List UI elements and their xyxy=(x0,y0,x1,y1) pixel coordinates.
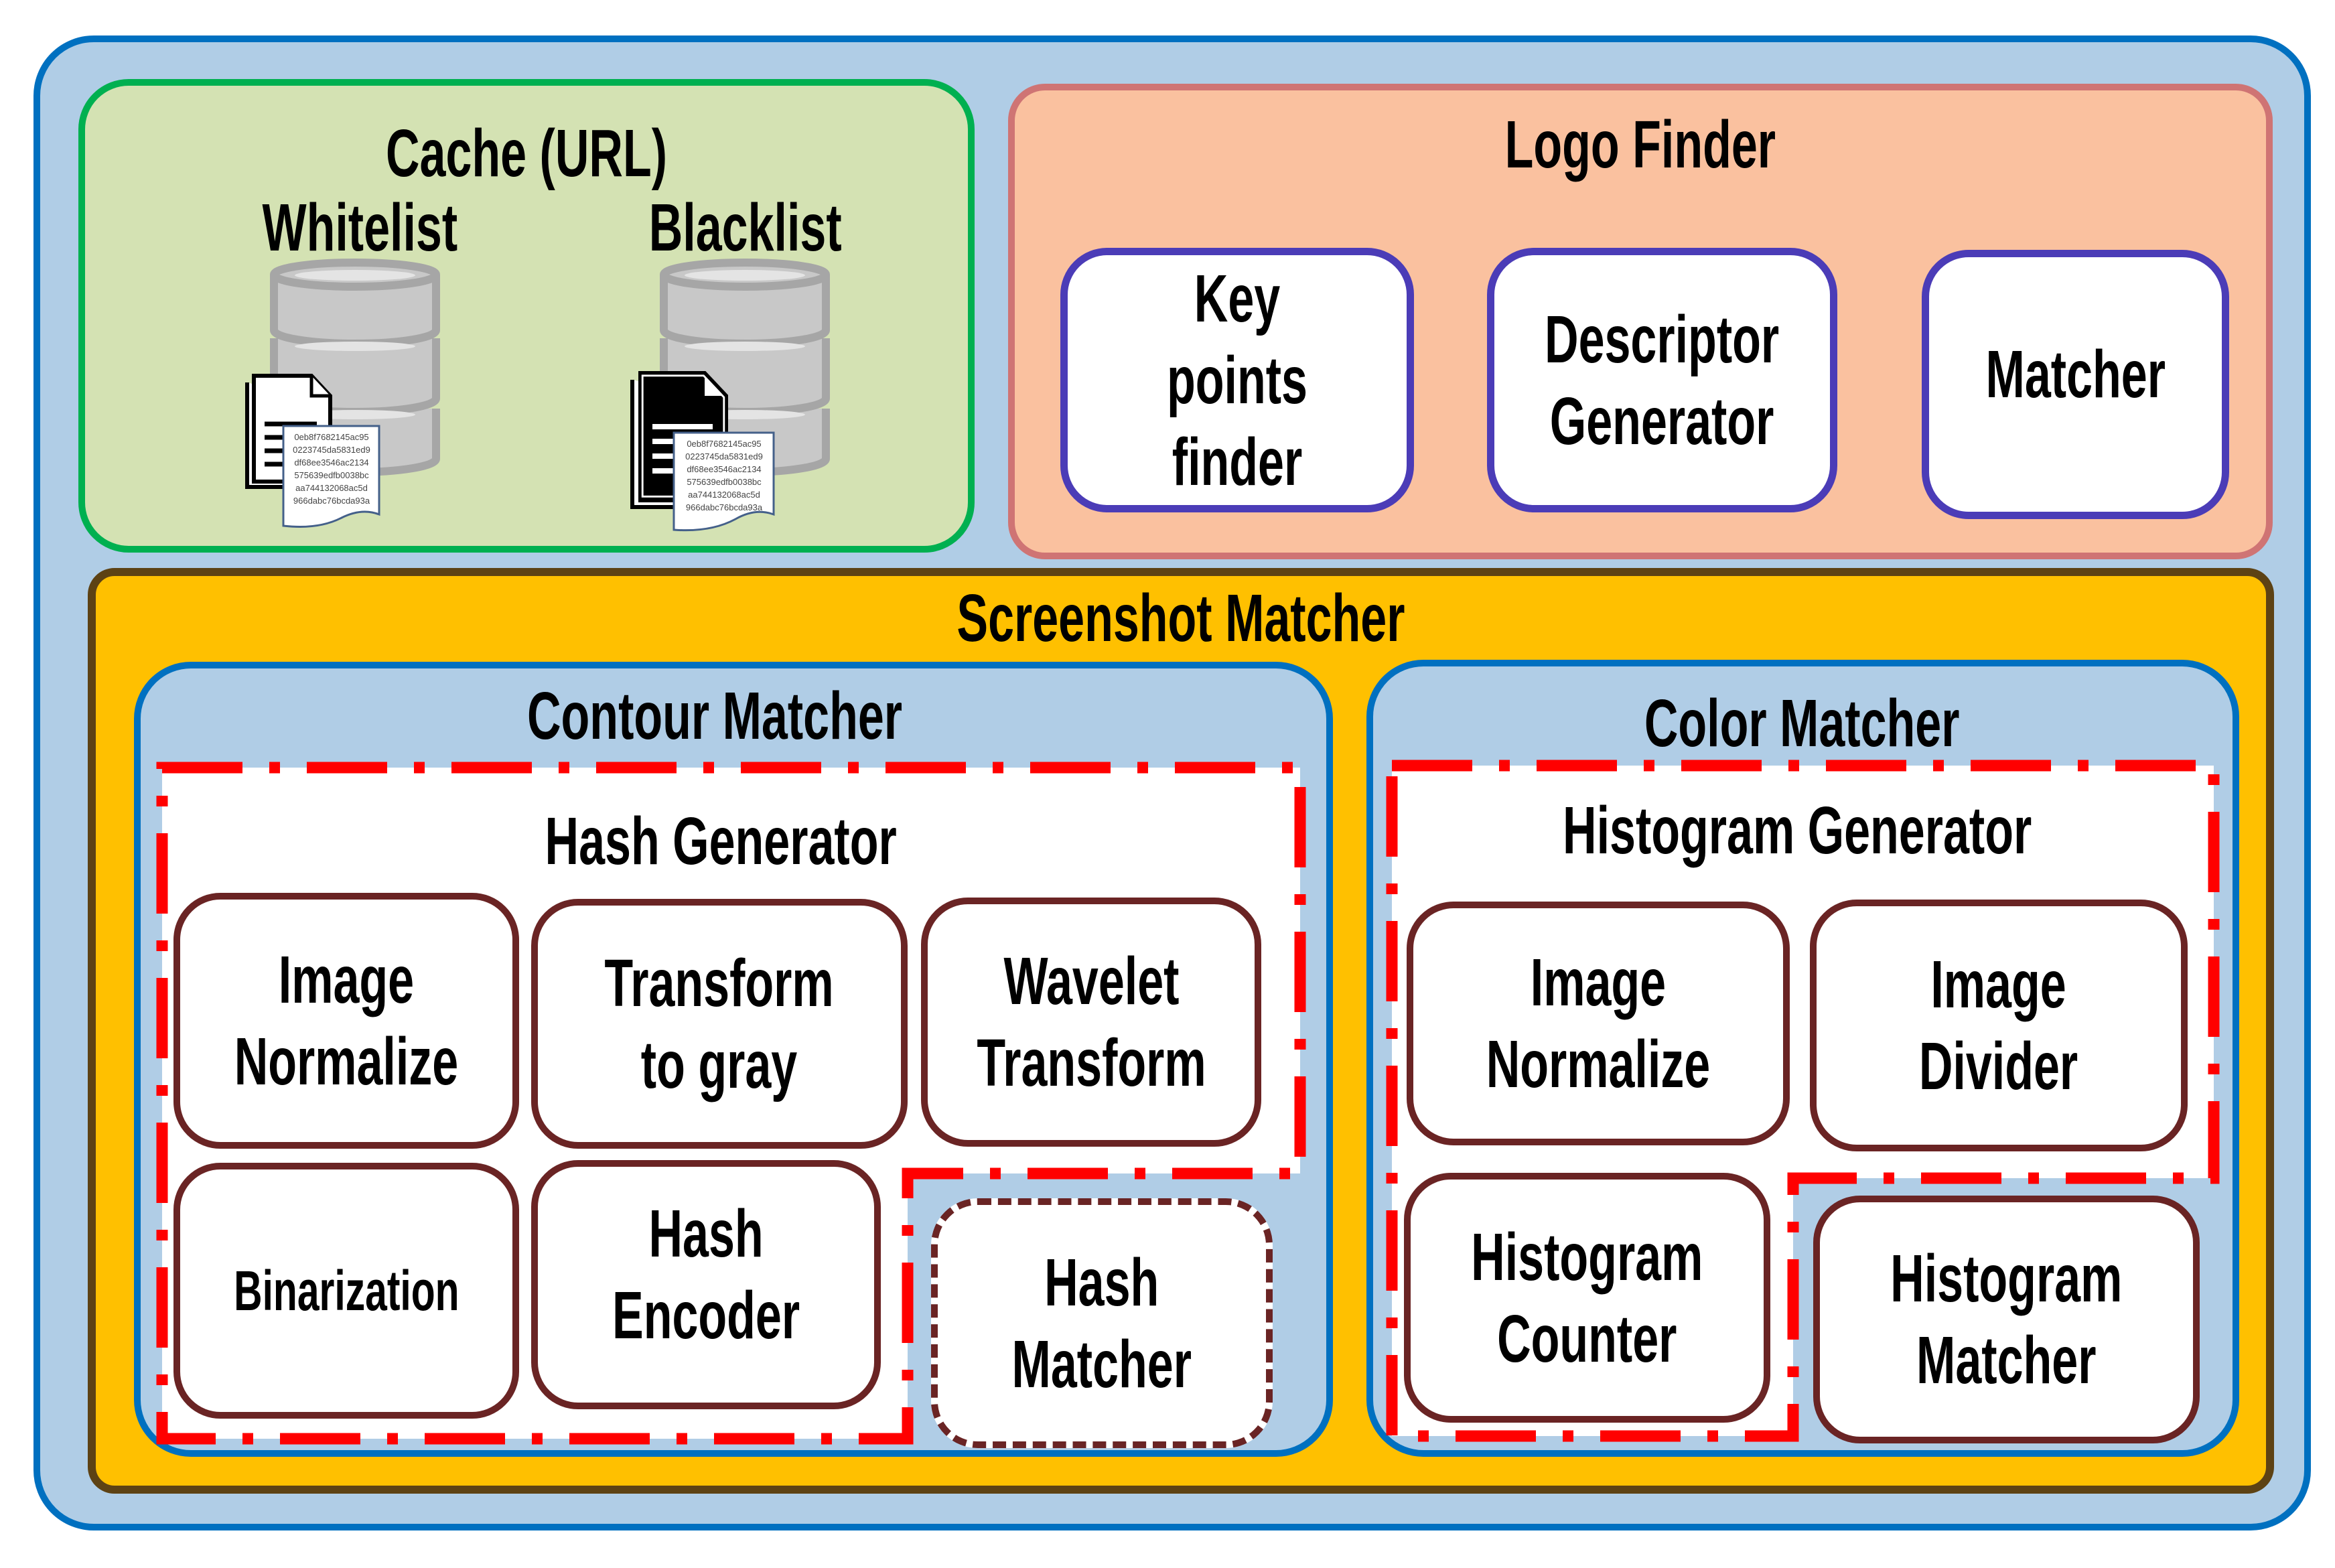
image-divider-label: Image Divider xyxy=(1919,947,2078,1104)
color-image-normalize-box[interactable]: Image Normalize xyxy=(1407,902,1790,1145)
histogram-generator-title: Histogram Generator xyxy=(1562,793,2032,868)
histogram-matcher-box[interactable]: Histogram Matcher xyxy=(1813,1196,2200,1443)
histogram-counter-label: Histogram Counter xyxy=(1471,1219,1703,1376)
histogram-counter-box[interactable]: Histogram Counter xyxy=(1404,1173,1770,1423)
color-image-normalize-label: Image Normalize xyxy=(1486,945,1711,1102)
histogram-matcher-label: Histogram Matcher xyxy=(1890,1241,2123,1398)
image-divider-box[interactable]: Image Divider xyxy=(1810,900,2188,1151)
